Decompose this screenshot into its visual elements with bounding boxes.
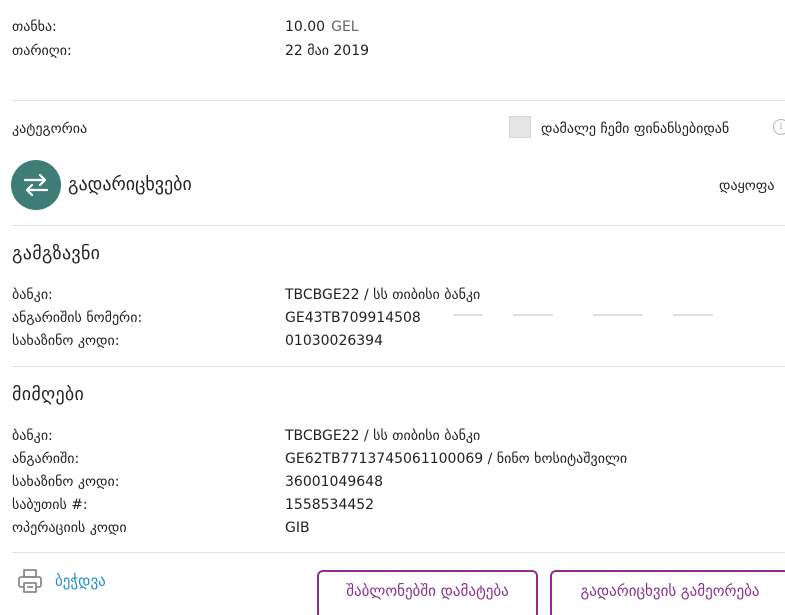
- receiver-title: მიმღები: [12, 384, 85, 405]
- transfer-arrows-icon: [11, 160, 61, 210]
- sender-account-label: ანგარიშის ნომერი:: [12, 310, 143, 326]
- amount-currency: GEL: [331, 19, 359, 35]
- print-link[interactable]: ბეჭდვა: [55, 572, 106, 590]
- sender-bank-value: TBCBGE22 / სს თიბისი ბანკი: [285, 287, 481, 303]
- receiver-bank-label: ბანკი:: [12, 428, 53, 444]
- receiver-treasury-label: სახაზინო კოდი:: [12, 474, 120, 490]
- amount-label: თანხა:: [12, 19, 57, 35]
- sender-account-number: GE43TB709914508: [285, 310, 421, 326]
- receiver-treasury-value: 36001049648: [285, 474, 383, 490]
- operation-code-value: GIB: [285, 520, 310, 536]
- repeat-transfer-button[interactable]: გადარიცხვის გამეორება: [550, 570, 785, 615]
- hide-from-finances-label[interactable]: დამალე ჩემი ფინანსებიდან: [541, 121, 729, 137]
- category-label: კატეგორია: [12, 121, 88, 137]
- operation-code-label: ოპერაციის კოდი: [12, 520, 127, 536]
- document-number-label: საბუთის #:: [12, 497, 88, 513]
- divider: [12, 366, 785, 367]
- sender-treasury-value: 01030026394: [285, 333, 383, 349]
- divider: [12, 552, 785, 553]
- sender-bank-label: ბანკი:: [12, 287, 53, 303]
- category-name: გადარიცხვები: [68, 174, 192, 195]
- sender-treasury-label: სახაზინო კოდი:: [12, 333, 120, 349]
- receiver-account-label: ანგარიში:: [12, 451, 80, 467]
- printer-icon[interactable]: [17, 568, 43, 598]
- amount-value: 10.00 GEL: [285, 19, 359, 35]
- date-label: თარიღი:: [12, 43, 72, 59]
- info-icon[interactable]: i: [773, 119, 785, 135]
- amount-number: 10.00: [285, 19, 326, 35]
- masked-area: [422, 311, 723, 325]
- sender-account-value: GE43TB709914508: [285, 310, 723, 326]
- split-link[interactable]: დაყოფა: [719, 178, 774, 194]
- add-to-templates-button[interactable]: შაბლონებში დამატება: [317, 570, 538, 615]
- transaction-details: თანხა: 10.00 GEL თარიღი: 22 მაი 2019 კატე…: [0, 0, 785, 615]
- document-number-value: 1558534452: [285, 497, 375, 513]
- receiver-bank-value: TBCBGE22 / სს თიბისი ბანკი: [285, 428, 481, 444]
- date-value: 22 მაი 2019: [285, 43, 370, 59]
- divider: [12, 225, 785, 226]
- receiver-account-value: GE62TB7713745061100069 / ნინო ხოსიტაშვილ…: [285, 451, 628, 467]
- divider: [12, 100, 785, 101]
- hide-from-finances-checkbox[interactable]: [509, 116, 531, 138]
- sender-title: გამგზავნი: [12, 243, 101, 264]
